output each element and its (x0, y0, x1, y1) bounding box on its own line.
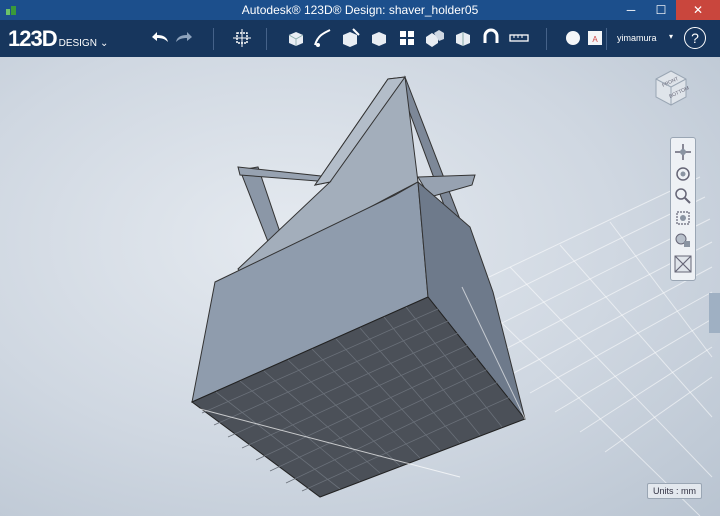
main-toolbar: 123D DESIGN ⌄ A yimamura ▾ ? (0, 20, 720, 57)
zoom-icon[interactable] (673, 186, 693, 206)
orbit-icon[interactable] (673, 164, 693, 184)
chevron-down-icon: ⌄ (99, 38, 109, 49)
logo-text: 123D (8, 26, 58, 51)
toolbar-separator (266, 28, 267, 50)
primitives-icon[interactable] (283, 25, 309, 51)
modify-icon[interactable] (366, 25, 392, 51)
snap-icon[interactable] (478, 25, 504, 51)
grid-toggle-icon[interactable] (673, 254, 693, 274)
navigation-bar (670, 137, 696, 281)
logo-subtext: DESIGN (58, 38, 97, 49)
window-title: Autodesk® 123D® Design: shaver_holder05 (241, 3, 479, 17)
grouping-icon[interactable] (422, 25, 448, 51)
construct-icon[interactable] (338, 25, 364, 51)
transform-icon[interactable] (229, 25, 255, 51)
title-bar: Autodesk® 123D® Design: shaver_holder05 … (0, 0, 720, 20)
chevron-down-icon[interactable]: ▾ (669, 32, 673, 41)
units-label[interactable]: Units : mm (647, 483, 703, 499)
user-name[interactable]: yimamura (617, 33, 657, 43)
display-icon[interactable] (673, 230, 693, 250)
viewcube[interactable]: FRONT BOTTOM (648, 65, 694, 111)
combine-icon[interactable] (450, 25, 476, 51)
toolbar-separator (546, 28, 547, 50)
toolbar-separator (606, 28, 607, 50)
redo-icon[interactable] (172, 25, 198, 51)
toolbar-separator (213, 28, 214, 50)
app-menu-button[interactable]: 123D DESIGN ⌄ (8, 26, 108, 52)
maximize-button[interactable]: ☐ (646, 0, 676, 20)
fit-icon[interactable] (673, 208, 693, 228)
help-button[interactable]: ? (684, 27, 706, 49)
pan-icon[interactable] (673, 142, 693, 162)
3d-viewport[interactable]: FRONT BOTTOM Units : mm (0, 57, 720, 516)
close-button[interactable]: ✕ (676, 0, 720, 20)
svg-text:A: A (592, 35, 598, 44)
undo-icon[interactable] (146, 25, 172, 51)
minimize-button[interactable]: ─ (616, 0, 646, 20)
side-panel-tab[interactable] (709, 293, 720, 333)
measure-icon[interactable] (506, 25, 532, 51)
sketch-icon[interactable] (310, 25, 336, 51)
model-scene[interactable] (0, 57, 720, 516)
pattern-icon[interactable] (394, 25, 420, 51)
text-icon[interactable]: A (582, 25, 608, 51)
